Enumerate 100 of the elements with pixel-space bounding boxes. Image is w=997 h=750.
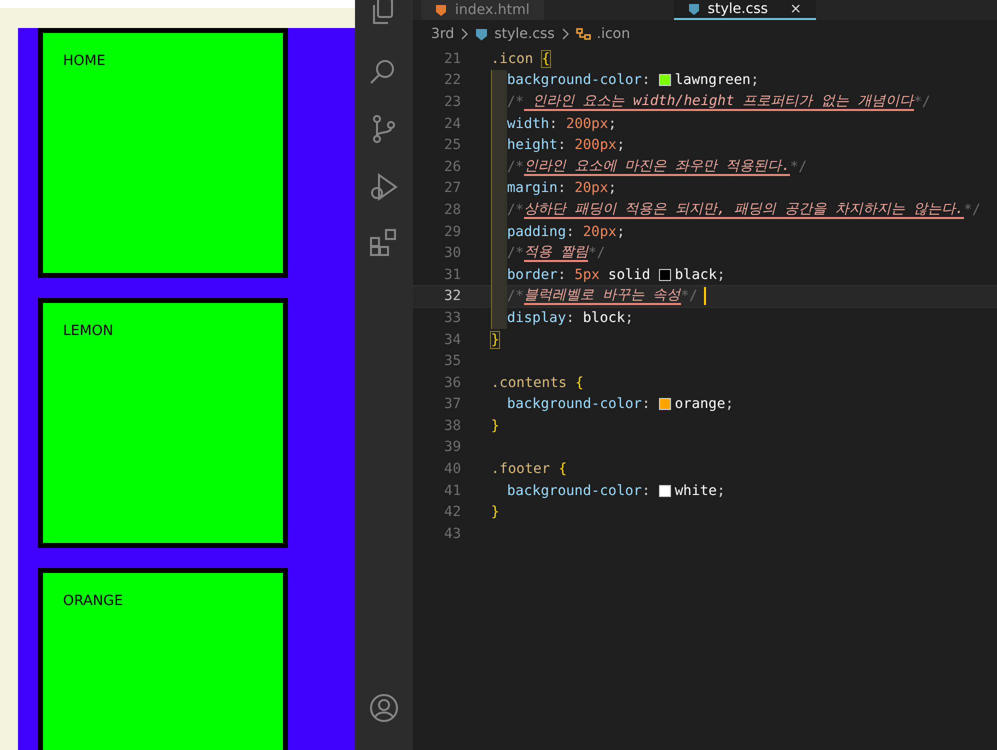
punctuation: : xyxy=(566,310,574,326)
css-property: display xyxy=(507,310,566,326)
punctuation: : xyxy=(566,224,574,240)
line-number: 36 xyxy=(443,374,461,391)
css-selector: .footer xyxy=(491,461,550,478)
line-number: 32 xyxy=(443,288,461,304)
css-value: lawngreen xyxy=(674,72,751,88)
punctuation: ; xyxy=(625,310,634,326)
punctuation: ; xyxy=(616,137,626,154)
file-icon xyxy=(435,4,447,16)
comment-delimiter: */ xyxy=(914,94,930,110)
css-property: height xyxy=(507,137,558,154)
code-comment: 적용 짤림 xyxy=(524,244,588,262)
line-number: 27 xyxy=(443,180,461,196)
css-value: 200px xyxy=(566,116,608,132)
css-value: solid xyxy=(608,266,650,283)
line-number: 42 xyxy=(443,504,461,520)
play-bug-icon[interactable] xyxy=(369,172,399,202)
punctuation: : xyxy=(642,396,650,412)
line-number: 43 xyxy=(443,526,461,542)
punctuation: ; xyxy=(616,224,626,240)
box-label: HOME xyxy=(63,53,106,69)
close-button[interactable]: × xyxy=(790,1,802,17)
punctuation: : xyxy=(642,482,650,499)
css-property: margin xyxy=(507,180,558,196)
css-value: 200px xyxy=(574,137,617,154)
punctuation: ; xyxy=(725,396,734,412)
chevron-icon xyxy=(460,27,470,41)
comment-delimiter: */ xyxy=(588,245,606,262)
code-comment: 인라인 요소에 마진은 좌우만 적용된다. xyxy=(524,158,790,176)
comment-delimiter: */ xyxy=(790,158,807,175)
file-tab[interactable]: index.html xyxy=(421,0,544,20)
line-number: 35 xyxy=(443,353,461,370)
line-number: 37 xyxy=(443,396,461,412)
brace: { xyxy=(575,374,584,391)
css-value: orange xyxy=(674,396,726,412)
punctuation: ; xyxy=(608,180,617,196)
breadcrumb-item[interactable]: 3rd xyxy=(431,26,454,42)
line-number: 40 xyxy=(443,461,461,478)
line-number: 39 xyxy=(443,439,461,456)
line-number: 29 xyxy=(443,224,461,240)
chevron-icon xyxy=(560,27,570,41)
comment-delimiter: /* xyxy=(507,245,524,262)
line-number: 24 xyxy=(443,116,461,132)
css-value: 20px xyxy=(582,224,617,240)
line-number: 41 xyxy=(443,482,461,499)
extensions-icon[interactable] xyxy=(369,228,399,258)
line-number: 23 xyxy=(443,94,461,110)
code-comment: 블럭레벨로 바꾸는 속성 xyxy=(524,287,681,306)
css-value: block xyxy=(582,310,626,326)
code-comment: 인라인 요소는 width/height 프로퍼티가 없는 개념이다 xyxy=(524,92,914,111)
punctuation: : xyxy=(558,137,566,154)
brace: } xyxy=(491,504,500,520)
comment-delimiter: */ xyxy=(680,288,698,304)
brace: { xyxy=(558,461,567,478)
punctuation: : xyxy=(558,266,566,283)
code-comment: 상하단 패딩이 적용은 되지만, 패딩의 공간을 차지하지는 않는다. xyxy=(524,200,964,219)
breadcrumb-item[interactable]: style.css xyxy=(494,26,555,42)
account-icon[interactable] xyxy=(369,693,399,723)
brace: } xyxy=(491,332,500,348)
css-file-icon xyxy=(475,28,488,40)
punctuation: : xyxy=(549,116,558,132)
line-number: 31 xyxy=(443,266,461,283)
css-property: background-color xyxy=(507,396,642,412)
line-number: 22 xyxy=(443,72,461,88)
comment-delimiter: /* xyxy=(507,202,524,218)
line-number: 25 xyxy=(443,137,461,154)
css-value: 5px xyxy=(574,266,600,283)
css-selector: .contents xyxy=(491,374,567,391)
line-number: 34 xyxy=(443,332,461,348)
css-value: white xyxy=(674,482,717,499)
file-icon xyxy=(688,3,700,15)
css-property: background-color xyxy=(507,482,642,499)
line-number: 38 xyxy=(443,418,461,434)
file-tab[interactable]: style.css × xyxy=(674,0,816,20)
line-number: 33 xyxy=(443,310,461,326)
css-property: padding xyxy=(507,224,566,240)
css-property: background-color xyxy=(507,72,642,88)
punctuation: : xyxy=(558,180,566,196)
css-property: border xyxy=(507,266,558,283)
breadcrumb-item[interactable]: .icon xyxy=(596,26,630,42)
brace: { xyxy=(542,50,550,67)
text-cursor xyxy=(704,287,706,306)
css-value: black xyxy=(674,266,717,283)
brace: } xyxy=(491,418,500,434)
comment-delimiter: /* xyxy=(507,94,524,110)
punctuation: ; xyxy=(716,266,726,283)
comment-delimiter: /* xyxy=(507,288,524,304)
line-number: 26 xyxy=(443,158,461,175)
css-selector: .icon xyxy=(491,50,534,67)
box-label: LEMON xyxy=(63,323,114,339)
line-number: 21 xyxy=(443,50,461,67)
comment-delimiter: /* xyxy=(507,158,524,175)
css-property: width xyxy=(507,116,550,132)
punctuation: : xyxy=(642,72,650,88)
comment-delimiter: */ xyxy=(964,202,981,218)
punctuation: ; xyxy=(750,72,760,88)
line-number: 30 xyxy=(443,245,461,262)
punctuation: ; xyxy=(716,482,726,499)
line-number: 28 xyxy=(443,202,461,218)
